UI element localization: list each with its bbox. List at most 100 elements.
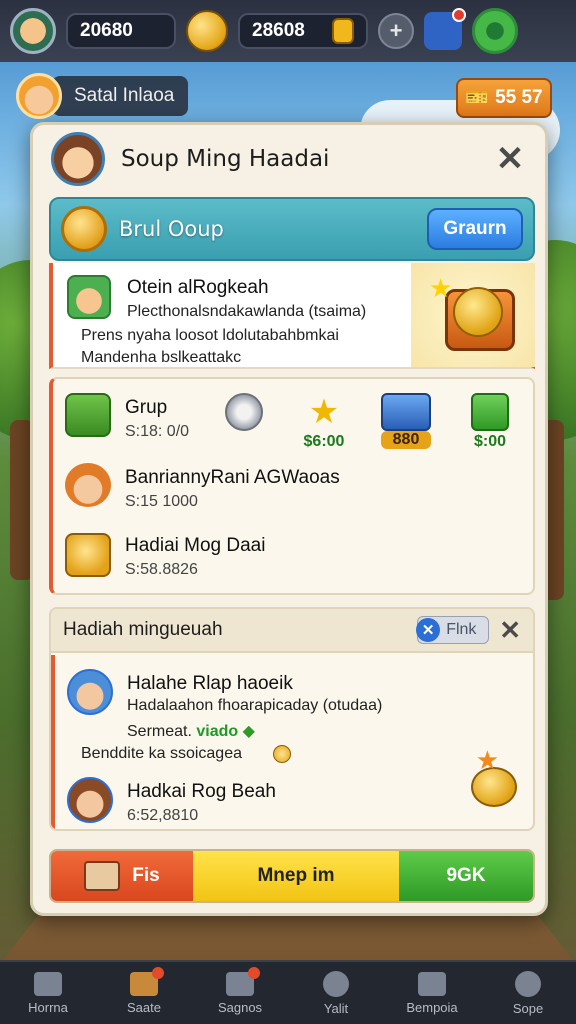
character-avatar (67, 669, 113, 715)
featured-card[interactable]: Otein alRogkeah Plecthonalsndakawlanda (… (49, 263, 535, 369)
gem-value: 55 57 (495, 87, 543, 108)
sparkle-icon: ★ (429, 273, 453, 303)
coin-counter: 28608 (238, 13, 368, 49)
settings-icon[interactable] (472, 8, 518, 54)
treasure-chest-art: ★ (411, 263, 535, 367)
nav-profile[interactable]: Yalit (288, 962, 384, 1024)
nav-label: Saate (127, 999, 161, 1015)
store-icon (130, 966, 164, 996)
ticket-icon (381, 393, 431, 431)
nav-groups[interactable]: Sagnos (192, 962, 288, 1024)
item-value: 880 (381, 431, 431, 449)
modal-avatar (51, 132, 105, 186)
row-line: Hadalaahon fhoarapicaday (otudaa) (127, 697, 383, 714)
group-icon (65, 393, 111, 437)
row-sub: 6:52,8810 (127, 807, 199, 824)
section-close-button[interactable]: ✕ (499, 615, 521, 646)
reward-item[interactable]: 880 (371, 393, 441, 449)
nav-label: Bempoia (406, 999, 458, 1015)
leaf-icon: ◆ (242, 723, 255, 740)
close-icon: ✕ (416, 618, 441, 642)
reward-item[interactable] (209, 393, 279, 433)
row-title: Halahe Rlap haoeik (127, 673, 293, 694)
soup-modal: Soup Ming Haadai ✕ Brul Ooup Graurn Otei… (30, 122, 548, 916)
section-body: Halahe Rlap haoeik Hadalaahon fhoarapica… (51, 655, 533, 829)
modal-title: Soup Ming Haadai (121, 146, 330, 172)
character-avatar (67, 777, 113, 823)
nav-home[interactable]: Horrna (0, 962, 96, 1024)
group-panel: Grup S:18: 0/0 ★ $6:00 880 $:00 Banriann… (49, 377, 535, 595)
link-toggle[interactable]: ✕ Flnk (416, 616, 490, 644)
coin-stack-icon (65, 533, 111, 577)
card-subtitle: Plecthonalsndakawlanda (tsaima) (127, 303, 367, 320)
settings-icon (515, 970, 541, 997)
row-extra: Sermeat. viado ◆ (127, 721, 255, 741)
row-title: Hadkai Rog Beah (127, 781, 276, 802)
player-tag[interactable]: Satal Inlaoa (16, 73, 189, 119)
card-description: Prens nyaha loosot ldolutabahbmkai Mande… (81, 325, 411, 369)
notification-dot (152, 966, 164, 979)
character-icon (67, 275, 111, 319)
row-sub: S:15 1000 (125, 493, 198, 510)
modal-header: Soup Ming Haadai ✕ (33, 125, 545, 193)
reward-item[interactable]: ★ $6:00 (289, 393, 359, 451)
cash-icon (471, 393, 509, 431)
group-bar-label: Brul Ooup (119, 217, 224, 241)
coin-icon (186, 10, 228, 52)
nav-reports[interactable]: Bempoia (384, 962, 480, 1024)
row-title: Hadiai Mog Daai (125, 535, 266, 556)
profile-avatar[interactable] (10, 8, 56, 54)
score-value: 20680 (80, 20, 133, 41)
nav-label: Yalit (323, 1000, 349, 1016)
nav-settings[interactable]: Sope (480, 962, 576, 1024)
reward-section: Hadiah mingueuah ✕ Flnk ✕ Halahe Rlap ha… (49, 607, 535, 831)
trophy-icon (61, 206, 107, 252)
board-icon (418, 971, 446, 996)
notification-dot (452, 8, 466, 22)
confirm-label: 9GK (446, 865, 486, 886)
item-value: $:00 (473, 433, 507, 450)
group-button[interactable]: Graurn (427, 208, 523, 250)
nav-label: Sagnos (217, 999, 263, 1015)
link-label: Flnk (446, 621, 477, 638)
mail-icon[interactable] (424, 8, 466, 50)
fist-button[interactable]: Fis (51, 851, 193, 901)
character-icon (65, 463, 111, 507)
gold-bar-icon (332, 18, 354, 44)
confirm-button[interactable]: 9GK (399, 851, 533, 901)
section-title: Hadiah mingueuah (63, 619, 223, 640)
add-currency-button[interactable]: + (378, 13, 414, 49)
section-header: Hadiah mingueuah ✕ Flnk ✕ (51, 609, 533, 653)
gem-counter[interactable]: 🎫 55 57 (456, 78, 552, 118)
player-name: Satal Inlaoa (52, 76, 189, 116)
action-bar: Fis Mnep im 9GK (49, 849, 535, 903)
row-title: Grup (125, 397, 168, 418)
bottom-nav: Horrna Saate Sagnos Yalit Bempoia Sope (0, 960, 576, 1024)
ticket-icon: 🎫 (465, 88, 490, 109)
group-bar: Brul Ooup Graurn (49, 197, 535, 261)
card-desc-line-2: Mandenha bslkeattakc (81, 349, 242, 366)
coin-icon (453, 287, 503, 337)
row-title: BanriannyRani AGWaoas (125, 467, 340, 488)
row-sub: S:58.8826 (125, 561, 198, 578)
card-title: Otein alRogkeah (127, 277, 269, 298)
map-icon (84, 861, 121, 891)
nav-label: Horrna (28, 999, 68, 1015)
info-icon (323, 970, 349, 997)
home-icon (34, 971, 62, 996)
close-button[interactable]: ✕ (493, 139, 527, 179)
score-counter: 20680 (66, 13, 176, 49)
extra-prefix: Sermeat. (127, 723, 192, 740)
coin-icon (273, 745, 291, 763)
sparkle-icon: ★ (475, 745, 499, 775)
card-desc-line-1: Prens nyaha loosot ldolutabahbmkai (81, 327, 339, 344)
reward-item[interactable]: $:00 (455, 393, 525, 451)
gear-group-icon (226, 966, 260, 996)
player-avatar (16, 73, 62, 119)
top-hud: 20680 28608 + (0, 0, 576, 62)
shield-icon (225, 393, 263, 431)
nav-store[interactable]: Saate (96, 962, 192, 1024)
star-icon: ★ (308, 393, 340, 431)
map-button[interactable]: Mnep im (193, 851, 399, 901)
item-value: $6:00 (303, 433, 345, 450)
